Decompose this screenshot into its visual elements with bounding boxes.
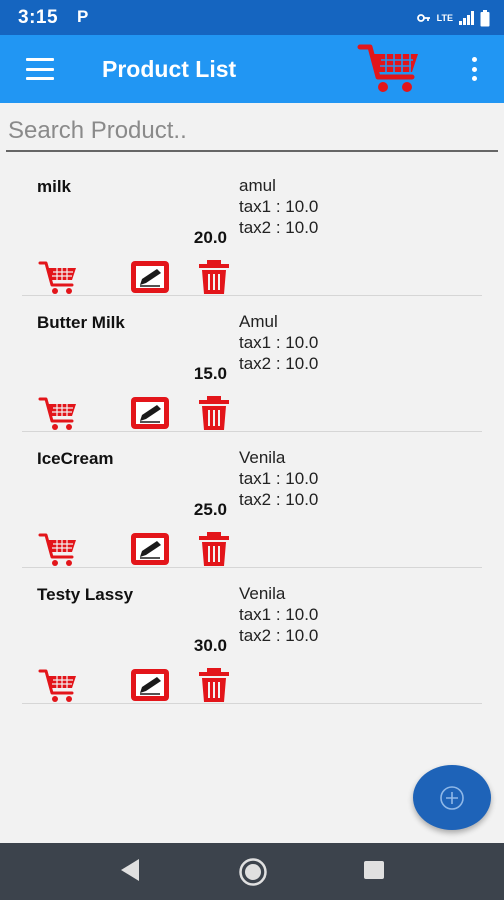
- delete-icon[interactable]: [194, 667, 234, 703]
- signal-icon: [459, 11, 474, 25]
- add-circle-icon: [440, 785, 464, 810]
- app-bar: Product List: [0, 35, 504, 103]
- product-tax1: tax1 : 10.0: [239, 197, 319, 216]
- product-tax2: tax2 : 10.0: [239, 490, 319, 509]
- parking-app-icon: P: [77, 7, 89, 26]
- edit-icon[interactable]: [130, 395, 170, 431]
- product-brand: Venila: [239, 448, 286, 467]
- product-brand: Amul: [239, 312, 278, 331]
- battery-icon: [480, 9, 490, 26]
- search-input[interactable]: [6, 112, 498, 152]
- more-vert-icon[interactable]: [464, 57, 484, 81]
- key-icon: [416, 14, 430, 22]
- product-name: Testy Lassy: [37, 585, 134, 604]
- page-title: Product List: [102, 56, 237, 82]
- product-brand: Venila: [239, 584, 286, 603]
- add-to-cart-icon[interactable]: [38, 259, 78, 295]
- product-name: Butter Milk: [37, 313, 125, 332]
- delete-icon[interactable]: [194, 259, 234, 295]
- add-to-cart-icon[interactable]: [38, 667, 78, 703]
- add-to-cart-icon[interactable]: [38, 395, 78, 431]
- product-tax2: tax2 : 10.0: [239, 626, 319, 645]
- product-list: milk 20.0 amul tax1 : 10.0 tax2 : 10.0 B…: [22, 160, 482, 704]
- product-brand: amul: [239, 176, 276, 195]
- product-list-item[interactable]: Testy Lassy 30.0 Venila tax1 : 10.0 tax2…: [22, 568, 482, 704]
- back-icon[interactable]: [118, 857, 142, 883]
- status-icons: LTE: [416, 9, 490, 27]
- network-type: LTE: [436, 13, 453, 23]
- hamburger-icon[interactable]: [26, 58, 54, 80]
- status-bar: 3:15 P LTE: [0, 0, 504, 35]
- product-list-item[interactable]: IceCream 25.0 Venila tax1 : 10.0 tax2 : …: [22, 432, 482, 568]
- product-tax1: tax1 : 10.0: [239, 605, 319, 624]
- edit-icon[interactable]: [130, 259, 170, 295]
- system-nav-bar: [0, 843, 504, 900]
- product-tax2: tax2 : 10.0: [239, 354, 319, 373]
- product-price: 30.0: [193, 636, 227, 655]
- add-to-cart-icon[interactable]: [38, 531, 78, 567]
- product-price: 20.0: [193, 228, 227, 247]
- add-product-fab[interactable]: [413, 765, 491, 830]
- product-name: milk: [37, 177, 72, 196]
- product-price: 25.0: [193, 500, 227, 519]
- product-name: IceCream: [37, 449, 114, 468]
- edit-icon[interactable]: [130, 667, 170, 703]
- edit-icon[interactable]: [130, 531, 170, 567]
- home-icon[interactable]: [237, 857, 269, 887]
- status-time: 3:15: [18, 7, 59, 28]
- delete-icon[interactable]: [194, 531, 234, 567]
- product-tax2: tax2 : 10.0: [239, 218, 319, 237]
- product-list-item[interactable]: Butter Milk 15.0 Amul tax1 : 10.0 tax2 :…: [22, 296, 482, 432]
- product-tax1: tax1 : 10.0: [239, 469, 319, 488]
- delete-icon[interactable]: [194, 395, 234, 431]
- product-tax1: tax1 : 10.0: [239, 333, 319, 352]
- cart-icon[interactable]: [356, 41, 422, 95]
- recents-icon[interactable]: [363, 857, 385, 883]
- product-list-item[interactable]: milk 20.0 amul tax1 : 10.0 tax2 : 10.0: [22, 160, 482, 296]
- product-price: 15.0: [193, 364, 227, 383]
